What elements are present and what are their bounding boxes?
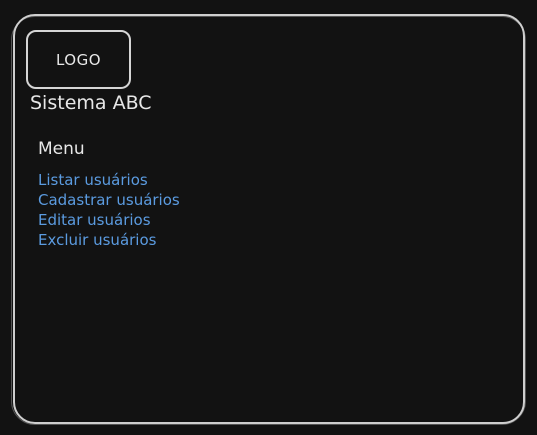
menu-item-listar: Listar usuários [38, 170, 180, 190]
app-title: Sistema ABC [30, 92, 152, 114]
menu-list: Listar usuários Cadastrar usuários Edita… [38, 170, 180, 250]
editar-usuarios-link[interactable]: Editar usuários [38, 210, 180, 230]
menu-title: Menu [38, 139, 85, 159]
side-menu: Menu Listar usuários Cadastrar usuários … [38, 138, 180, 250]
menu-item-excluir: Excluir usuários [38, 230, 180, 250]
logo-text: LOGO [55, 50, 102, 69]
excluir-usuarios-link[interactable]: Excluir usuários [38, 230, 180, 250]
menu-item-editar: Editar usuários [38, 210, 180, 230]
cadastrar-usuarios-link[interactable]: Cadastrar usuários [38, 190, 180, 210]
logo-placeholder: LOGO [26, 30, 131, 89]
menu-item-cadastrar: Cadastrar usuários [38, 190, 180, 210]
listar-usuarios-link[interactable]: Listar usuários [38, 170, 180, 190]
